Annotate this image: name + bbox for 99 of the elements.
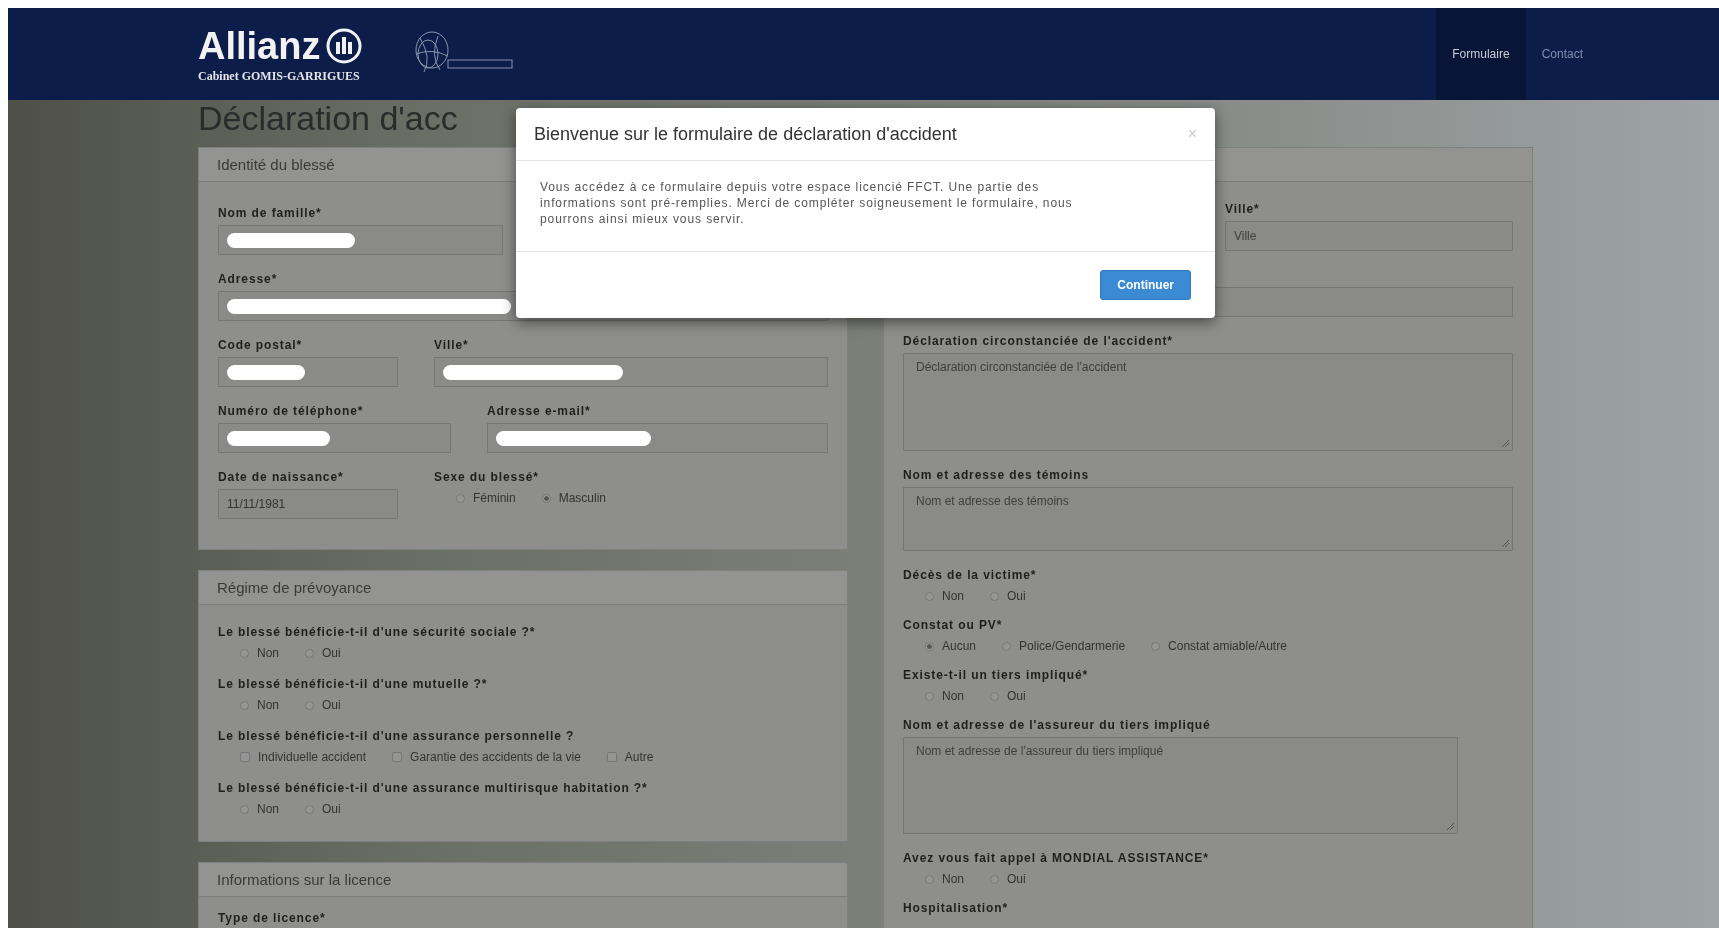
field-label: Avez vous fait appel à MONDIAL ASSISTANCE* [903, 851, 1210, 865]
radio-icon[interactable] [925, 591, 934, 601]
field-label: Sexe du blessé* [434, 470, 540, 484]
logo-icon [326, 27, 363, 64]
field-label: Nom et adresse de l'assureur du tiers impliqué [903, 718, 1212, 732]
option-label: Non [942, 689, 964, 703]
radio-option[interactable]: Masculin [541, 491, 607, 505]
radio-option[interactable]: Non [240, 646, 279, 660]
option-label: Oui [1007, 589, 1026, 603]
resize-handle-icon[interactable] [1500, 438, 1510, 448]
continue-button[interactable]: Continuer [1100, 270, 1191, 300]
brand-name: Allianz [198, 24, 321, 67]
option-label: Oui [1007, 689, 1026, 703]
option-label: Aucun [942, 639, 977, 653]
field-label: Hospitalisation* [903, 901, 1010, 915]
field-label: Le blessé bénéficie-t-il d'une assurance personnelle ? [218, 729, 576, 743]
field-label: Existe-t-il un tiers impliqué* [903, 668, 1090, 682]
radio-icon[interactable] [541, 493, 551, 503]
dialog-title: Bienvenue sur le formulaire de déclaration d'accident [534, 123, 957, 145]
radio-option[interactable]: Oui [990, 689, 1026, 703]
radio-option[interactable]: Féminin [456, 491, 516, 505]
option-label: Non [257, 698, 279, 712]
field-label: Déclaration circonstanciée de l'accident* [903, 334, 1174, 348]
field-label: Date de naissance* [218, 470, 345, 484]
nav-link[interactable]: Contact [1525, 8, 1599, 100]
field-label: Nom et adresse des témoins [903, 468, 1091, 482]
radio-icon[interactable] [305, 700, 314, 710]
field-label: Ville* [434, 338, 470, 352]
option-label: Non [942, 589, 964, 603]
field-label: Code postal* [218, 338, 304, 352]
radio-option[interactable]: Non [925, 689, 964, 703]
field-label: Type de licence* [218, 911, 327, 925]
radio-icon[interactable] [305, 648, 314, 658]
text-input[interactable] [434, 357, 828, 387]
resize-handle-icon[interactable] [1445, 821, 1455, 831]
radio-icon[interactable] [925, 691, 934, 701]
field-label: Le blessé bénéficie-t-il d'une sécurité sociale ?* [218, 625, 537, 639]
panel-title: Régime de prévoyance [217, 579, 372, 596]
field-label: Décès de la victime* [903, 568, 1038, 582]
text-input[interactable]: 11/11/1981 [218, 489, 398, 519]
option-label: Non [257, 802, 279, 816]
option-label: Oui [322, 646, 341, 660]
radio-option[interactable]: Oui [305, 646, 341, 660]
option-label: Non [942, 872, 964, 886]
option-label: Oui [322, 802, 341, 816]
radio-icon[interactable] [990, 874, 999, 884]
radio-icon[interactable] [240, 804, 249, 814]
option-label: Oui [322, 698, 341, 712]
radio-option[interactable]: Aucun [925, 639, 977, 653]
panel-title: Informations sur la licence [217, 871, 392, 888]
radio-icon[interactable] [925, 874, 934, 884]
field-label: Adresse* [218, 272, 279, 286]
radio-option[interactable]: Non [925, 872, 964, 886]
text-area[interactable]: Nom et adresse des témoins [903, 487, 1513, 551]
option-label: Masculin [558, 491, 607, 505]
checkbox-icon[interactable] [392, 752, 403, 762]
radio-icon[interactable] [456, 493, 465, 503]
text-area[interactable]: Déclaration circonstanciée de l'accident [903, 353, 1513, 451]
field-label: Constat ou PV* [903, 618, 1004, 632]
field-label: Adresse e-mail* [487, 404, 592, 418]
field-label: Le blessé bénéficie-t-il d'une mutuelle ?* [218, 677, 489, 691]
radio-icon[interactable] [990, 691, 999, 701]
option-label: Féminin [473, 491, 516, 505]
text-area[interactable]: Nom et adresse de l'assureur du tiers impliqué [903, 737, 1458, 834]
checkbox-icon[interactable] [606, 752, 617, 762]
option-label: Autre [624, 750, 654, 764]
brand-subtitle: Cabinet GOMIS-GARRIGUES [198, 68, 361, 84]
radio-icon[interactable] [240, 648, 249, 658]
radio-option[interactable]: Oui [990, 872, 1026, 886]
text-input[interactable] [218, 423, 451, 453]
resize-handle-icon[interactable] [1500, 538, 1510, 548]
checkbox-icon[interactable] [240, 752, 250, 762]
option-label: Oui [1007, 872, 1026, 886]
radio-icon[interactable] [925, 641, 934, 651]
page-title: Déclaration d'acc [198, 100, 458, 139]
checkbox-option[interactable]: Autre [606, 750, 654, 764]
text-input[interactable] [218, 225, 503, 255]
radio-option[interactable]: Non [240, 698, 279, 712]
radio-icon[interactable] [240, 700, 249, 710]
field-label: Ville* [1225, 202, 1261, 216]
radio-option[interactable]: Oui [990, 589, 1026, 603]
radio-option[interactable]: Oui [305, 802, 341, 816]
radio-icon[interactable] [305, 804, 314, 814]
radio-option[interactable]: Oui [305, 698, 341, 712]
option-label: Non [257, 646, 279, 660]
text-input[interactable] [218, 357, 398, 387]
text-input[interactable] [487, 423, 828, 453]
field-label: Nom de famille* [218, 206, 323, 220]
field-label: Numéro de téléphone* [218, 404, 365, 418]
dialog-message: Vous accédez à ce formulaire depuis votre espace licencié FFCT. Une partie des informations sont pré-remplies. Merci de compléter soigneusement le formulaire, nous pourrons ainsi mieux vous servir. [540, 179, 1074, 227]
radio-icon[interactable] [1002, 641, 1012, 651]
radio-icon[interactable] [1151, 641, 1161, 651]
nav-link[interactable]: Formulaire [1436, 8, 1526, 100]
radio-icon[interactable] [990, 591, 999, 601]
radio-option[interactable]: Non [240, 802, 279, 816]
text-input[interactable]: Ville [1225, 221, 1513, 251]
radio-option[interactable]: Non [925, 589, 964, 603]
field-label: Le blessé bénéficie-t-il d'une assurance multirisque habitation ?* [218, 781, 649, 795]
panel-title: Identité du blessé [217, 156, 335, 173]
